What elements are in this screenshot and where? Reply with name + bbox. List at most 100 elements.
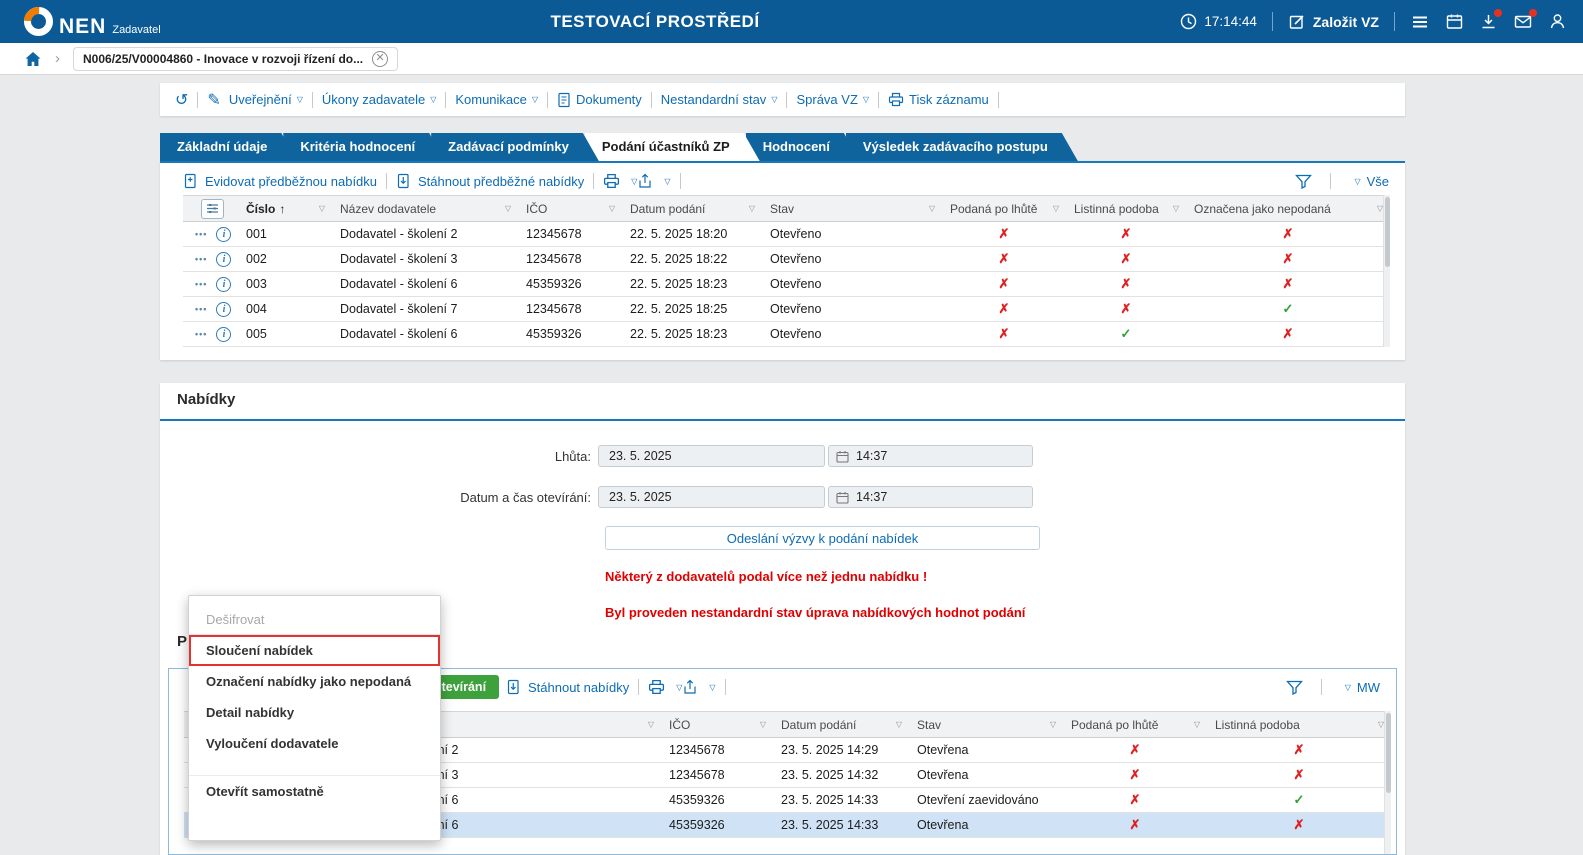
cell-datum-podani: 23. 5. 2025 14:32 xyxy=(773,763,909,787)
column-header-datum[interactable]: Datum podání▽ xyxy=(622,196,762,221)
view-filter-vse[interactable]: ▽ Vše xyxy=(1349,174,1389,189)
column-settings-icon[interactable] xyxy=(201,199,224,219)
context-menu-item[interactable]: Vyloučení dodavatele xyxy=(189,728,440,759)
lhuta-time-input[interactable]: 14:37 xyxy=(828,445,1033,467)
toolbar-menu-item[interactable]: Uveřejnění ▽ xyxy=(229,92,322,108)
export-button[interactable]: ▽ xyxy=(637,173,670,189)
row-info-icon[interactable]: i xyxy=(216,277,231,292)
row-actions-icon[interactable]: ••• xyxy=(193,328,209,340)
close-record-icon[interactable]: ✕ xyxy=(372,51,388,67)
table-row[interactable]: ••• i 005 Dodavatel - školení 6 45359326… xyxy=(183,322,1390,347)
column-header-ico[interactable]: IČO▽ xyxy=(518,196,622,221)
table-row[interactable]: ••• i 003 Dodavatel - školení 6 45359326… xyxy=(183,272,1390,297)
toolbar-menu-item[interactable]: Úkony zadavatele ▽ xyxy=(322,92,456,108)
context-menu-item[interactable]: Označení nabídky jako nepodaná xyxy=(189,666,440,697)
column-filter-icon[interactable]: ▽ xyxy=(1173,204,1179,213)
cell-podana-po-lhute: ✗ xyxy=(1063,788,1207,812)
column-filter-icon[interactable]: ▽ xyxy=(319,204,325,213)
download-offers-button[interactable]: Stáhnout nabídky xyxy=(506,679,629,695)
toolbar-menu-item[interactable]: Dokumenty ▽ xyxy=(557,92,661,108)
cell-datum-podani: 23. 5. 2025 14:33 xyxy=(773,788,909,812)
breadcrumb-record-tab[interactable]: N006/25/V00004860 - Inovace v rozvoji ří… xyxy=(73,47,398,71)
filter-funnel-icon[interactable] xyxy=(1286,680,1303,695)
tab[interactable]: Výsledek zadávacího postupu xyxy=(846,133,1078,161)
column-header-podana-po-lhute[interactable]: Podaná po lhůtě▽ xyxy=(1063,712,1207,737)
row-info-icon[interactable]: i xyxy=(216,327,231,342)
tab[interactable]: Kritéria hodnocení xyxy=(283,133,445,161)
column-header-ico[interactable]: IČO▽ xyxy=(661,712,773,737)
dropdown-caret-icon: ▽ xyxy=(532,95,538,104)
column-header-stav[interactable]: Stav▽ xyxy=(909,712,1063,737)
edit-pencil-icon[interactable]: ✎ xyxy=(207,90,220,110)
column-header-cislo[interactable]: Číslo↑▽ xyxy=(238,196,332,221)
column-header-listinna-podoba[interactable]: Listinná podoba▽ xyxy=(1066,196,1186,221)
print-button[interactable]: ▽ xyxy=(603,173,637,189)
toolbar-menu-item[interactable]: Komunikace ▽ xyxy=(455,92,557,108)
context-menu-item[interactable]: Otevřít samostatně xyxy=(189,775,440,806)
column-filter-icon[interactable]: ▽ xyxy=(760,720,766,729)
register-preliminary-offer-button[interactable]: Evidovat předběžnou nabídku xyxy=(183,173,377,189)
toolbar-menu-item-label: Nestandardní stav xyxy=(661,92,767,107)
row-actions-icon[interactable]: ••• xyxy=(193,303,209,315)
column-filter-icon[interactable]: ▽ xyxy=(929,204,935,213)
column-filter-icon[interactable]: ▽ xyxy=(505,204,511,213)
row-info-icon[interactable]: i xyxy=(216,252,231,267)
row-actions-icon[interactable]: ••• xyxy=(193,278,209,290)
column-filter-icon[interactable]: ▽ xyxy=(896,720,902,729)
column-header-stav[interactable]: Stav▽ xyxy=(762,196,942,221)
messages-icon[interactable] xyxy=(1513,12,1533,31)
context-menu-item[interactable]: Sloučení nabídek xyxy=(189,635,440,666)
table-row[interactable]: ••• i 004 Dodavatel - školení 7 12345678… xyxy=(183,297,1390,322)
toolbar-divider xyxy=(725,679,726,695)
tab[interactable]: Základní údaje xyxy=(160,133,297,161)
column-header-listinna-podoba[interactable]: Listinná podoba▽ xyxy=(1207,712,1391,737)
user-profile-icon[interactable] xyxy=(1548,12,1567,31)
toolbar-menu-item[interactable]: Tisk záznamu ▽ xyxy=(888,92,1008,108)
row-actions-icon[interactable]: ••• xyxy=(193,253,209,265)
column-filter-icon[interactable]: ▽ xyxy=(609,204,615,213)
oteviranni-time-input[interactable]: 14:37 xyxy=(828,486,1033,508)
cell-nazev-dodavatele: Dodavatel - školení 2 xyxy=(332,222,518,246)
history-back-icon[interactable]: ↺ xyxy=(175,90,188,110)
column-filter-icon[interactable]: ▽ xyxy=(648,720,654,729)
row-actions-icon[interactable]: ••• xyxy=(193,228,209,240)
calendar-icon[interactable] xyxy=(1445,12,1464,31)
dropdown-caret-icon: ▽ xyxy=(297,95,303,104)
print-button[interactable]: ▽ xyxy=(648,679,682,695)
column-filter-icon[interactable]: ▽ xyxy=(1053,204,1059,213)
tab[interactable]: Podání účastníků ZP xyxy=(585,133,760,161)
column-header-datum[interactable]: Datum podání▽ xyxy=(773,712,909,737)
column-header-podana-po-lhute[interactable]: Podaná po lhůtě▽ xyxy=(942,196,1066,221)
toolbar-menu-item[interactable]: Správa VZ ▽ xyxy=(796,92,888,108)
column-header-oznacena-nepodana[interactable]: Označena jako nepodaná▽ xyxy=(1186,196,1390,221)
oteviranni-date-input[interactable]: 23. 5. 2025 xyxy=(598,486,825,508)
table-row[interactable]: ••• i 001 Dodavatel - školení 2 12345678… xyxy=(183,222,1390,247)
tab[interactable]: Hodnocení xyxy=(746,133,860,161)
row-info-icon[interactable]: i xyxy=(216,227,231,242)
lhuta-date-input[interactable]: 23. 5. 2025 xyxy=(598,445,825,467)
brand[interactable]: NEN Zadavatel xyxy=(0,7,161,37)
column-header-nazev[interactable]: Název dodavatele▽ xyxy=(332,196,518,221)
cell-listinna-podoba: ✗ xyxy=(1066,272,1186,296)
create-vz-button[interactable]: Založit VZ xyxy=(1288,13,1379,31)
toolbar-menu-item[interactable]: Nestandardní stav ▽ xyxy=(661,92,797,108)
send-offer-invitation-button[interactable]: Odeslání výzvy k podání nabídek xyxy=(605,526,1040,550)
context-menu-item[interactable]: Dešifrovat xyxy=(189,604,440,635)
context-menu-item[interactable]: Detail nabídky xyxy=(189,697,440,728)
row-info-icon[interactable]: i xyxy=(216,302,231,317)
download-preliminary-offers-button[interactable]: Stáhnout předběžné nabídky xyxy=(396,173,584,189)
table-scrollbar[interactable] xyxy=(1383,195,1390,347)
menu-hamburger-icon[interactable] xyxy=(1410,13,1430,31)
table-scrollbar[interactable] xyxy=(1384,711,1391,855)
table-row[interactable]: ••• i 002 Dodavatel - školení 3 12345678… xyxy=(183,247,1390,272)
column-filter-icon[interactable]: ▽ xyxy=(1194,720,1200,729)
oteviranni-label: Datum a čas otevírání: xyxy=(160,490,598,505)
filter-funnel-icon[interactable] xyxy=(1295,174,1312,189)
view-filter-mw[interactable]: ▽ MW xyxy=(1340,680,1380,695)
export-button[interactable]: ▽ xyxy=(682,679,715,695)
column-filter-icon[interactable]: ▽ xyxy=(749,204,755,213)
tab[interactable]: Zadávací podmínky xyxy=(431,133,599,161)
downloads-icon[interactable] xyxy=(1479,12,1498,31)
home-icon[interactable] xyxy=(24,51,42,67)
column-filter-icon[interactable]: ▽ xyxy=(1050,720,1056,729)
